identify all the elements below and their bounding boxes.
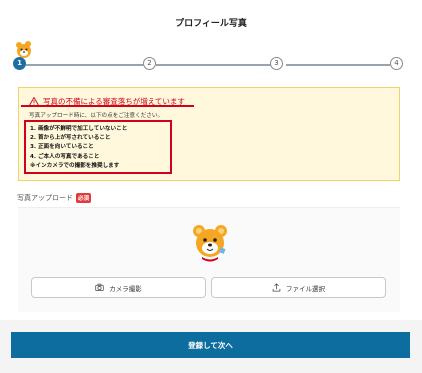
register-next-button[interactable]: 登録して次へ xyxy=(11,332,410,358)
progress-stepper: 1 2 3 4 xyxy=(13,57,403,73)
upload-icon xyxy=(272,283,281,292)
camera-icon xyxy=(95,283,104,292)
camera-capture-button[interactable]: カメラ撮影 xyxy=(31,277,206,298)
step-3: 3 xyxy=(270,57,283,70)
upload-label-text: 写真アップロード xyxy=(17,194,73,202)
camera-button-label: カメラ撮影 xyxy=(109,284,142,293)
checklist-item: 3. 正面を向いていること xyxy=(30,144,94,151)
mascot-icon xyxy=(193,225,227,262)
checklist-item: 4. ご本人の写真であること xyxy=(30,153,100,160)
notice-underline xyxy=(21,105,194,107)
step-1: 1 xyxy=(13,57,26,70)
photo-warning-notice: 写真の不備による審査落ちが増えています 写真アップロード時に、以下の点をご注意く… xyxy=(18,87,400,181)
photo-upload-area: カメラ撮影 ファイル選択 xyxy=(18,207,400,312)
checklist-item: ※インカメラでの撮影を推奨します xyxy=(30,162,120,169)
page-title: プロフィール写真 xyxy=(175,19,247,29)
footer-bar: 登録して次へ xyxy=(0,320,422,373)
step-4: 4 xyxy=(390,57,403,70)
file-select-button[interactable]: ファイル選択 xyxy=(211,277,386,298)
notice-checklist: 1. 画像が不鮮明で加工していないこと 2. 首から上が写されていること 3. … xyxy=(24,120,172,174)
checklist-item: 1. 画像が不鮮明で加工していないこと xyxy=(30,126,128,132)
notice-subtext: 写真アップロード時に、以下の点をご注意ください。 xyxy=(29,113,164,119)
upload-section-label: 写真アップロード 必須 xyxy=(17,193,92,203)
checklist-item: 2. 首から上が写されていること xyxy=(30,135,111,142)
step-2: 2 xyxy=(143,57,156,70)
required-badge: 必須 xyxy=(76,193,92,203)
file-button-label: ファイル選択 xyxy=(286,284,325,293)
